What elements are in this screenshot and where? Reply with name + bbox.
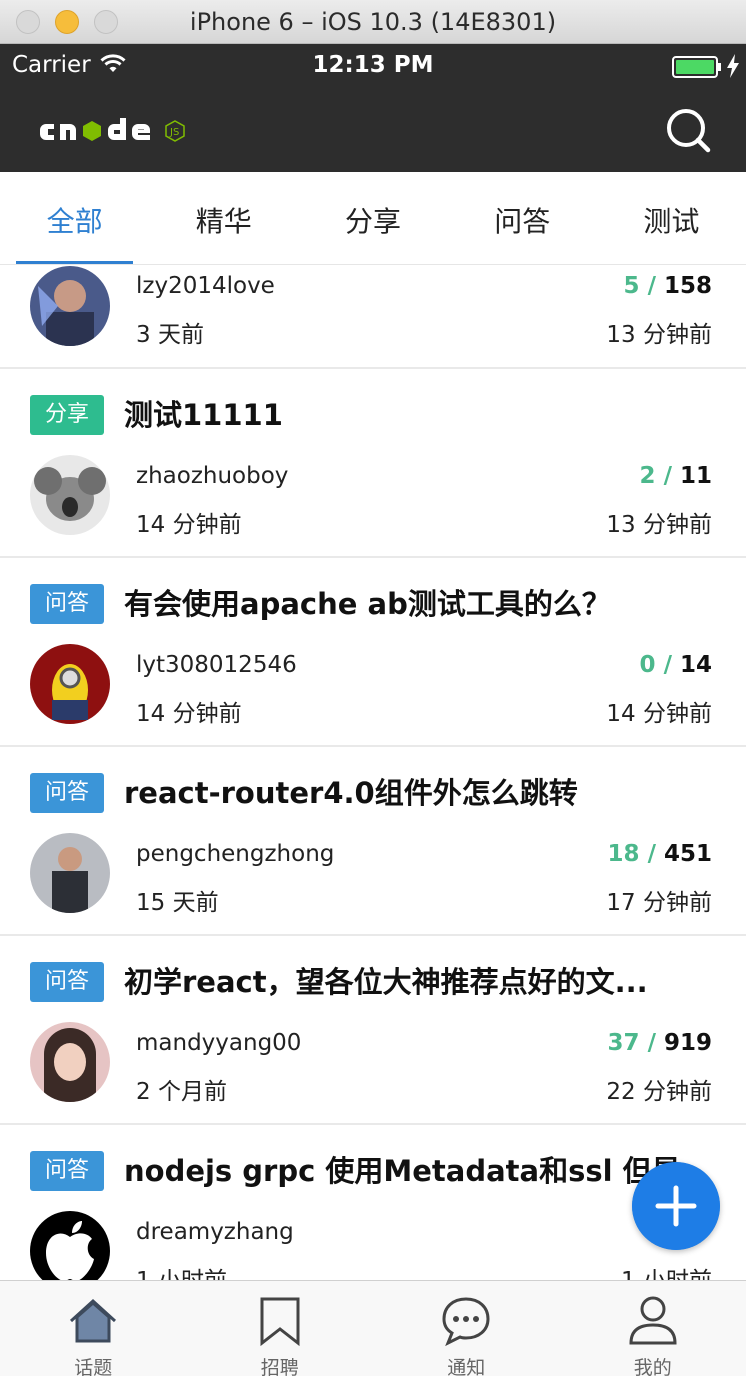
bookmark-icon: [260, 1297, 300, 1347]
bottom-tab-jobs[interactable]: 招聘: [187, 1281, 374, 1376]
tab-share[interactable]: 分享: [298, 172, 447, 264]
topic-item[interactable]: lzy2014love 3 天前 5 / 158 13 分钟前: [0, 265, 746, 369]
last-reply-time: 14 分钟前: [606, 701, 712, 727]
reply-count: 2: [639, 463, 656, 489]
author-name[interactable]: lzy2014love: [136, 273, 275, 299]
created-time: 1 小时前: [136, 1261, 227, 1280]
visit-count: 919: [663, 1030, 712, 1056]
tab-test[interactable]: 测试: [597, 172, 746, 264]
last-reply-time: 13 分钟前: [606, 512, 712, 538]
charging-bolt-icon: [727, 54, 739, 78]
reply-visit-count: 0 / 14: [639, 652, 712, 678]
tab-good[interactable]: 精华: [149, 172, 298, 264]
search-icon[interactable]: [664, 106, 712, 154]
author-name[interactable]: zhaozhuoboy: [136, 463, 288, 489]
topic-badge: 问答: [30, 1151, 104, 1191]
bottom-tab-label: 通知: [447, 1357, 486, 1376]
avatar[interactable]: [30, 1211, 110, 1280]
topic-title[interactable]: 测试11111: [124, 395, 714, 435]
avatar[interactable]: [30, 266, 110, 346]
topic-title[interactable]: 有会使用apache ab测试工具的么？: [124, 584, 714, 624]
battery-icon: [672, 56, 721, 78]
created-time: 14 分钟前: [136, 512, 242, 538]
last-reply-time: 22 分钟前: [606, 1079, 712, 1105]
reply-visit-count: 5 / 158: [623, 273, 712, 299]
window-title: iPhone 6 – iOS 10.3 (14E8301): [189, 8, 557, 36]
bottom-tab-label: 话题: [74, 1357, 113, 1376]
tab-ask[interactable]: 问答: [448, 172, 597, 264]
topic-item[interactable]: 问答 有会使用apache ab测试工具的么？ lyt308012546 14 …: [0, 558, 746, 747]
last-reply-time: 1 小时前: [621, 1261, 712, 1280]
topic-title-row: 问答 初学react，望各位大神推荐点好的文...: [30, 962, 710, 1004]
topic-title-row: 问答 nodejs grpc 使用Metadata和ssl 但是: [30, 1151, 710, 1193]
app-header: Carrier 12:13 PM JS: [0, 44, 746, 172]
user-icon: [629, 1296, 677, 1345]
created-time: 14 分钟前: [136, 701, 242, 727]
avatar[interactable]: [30, 644, 110, 724]
author-name[interactable]: pengchengzhong: [136, 841, 334, 867]
topic-title-row: 问答 react-router4.0组件外怎么跳转: [30, 773, 710, 815]
visit-count: 158: [663, 273, 712, 299]
status-time: 12:13 PM: [312, 52, 434, 78]
topic-item[interactable]: 问答 react-router4.0组件外怎么跳转 pengchengzhong…: [0, 747, 746, 936]
simulator-title-bar: iPhone 6 – iOS 10.3 (14E8301): [0, 0, 746, 44]
tab-all[interactable]: 全部: [0, 172, 149, 264]
category-tabs: 全部 精华 分享 问答 测试: [0, 172, 746, 265]
topic-title-row: 问答 有会使用apache ab测试工具的么？: [30, 584, 710, 626]
chat-bubble-icon: [442, 1297, 490, 1347]
bottom-tab-topics[interactable]: 话题: [0, 1281, 187, 1376]
new-topic-button[interactable]: [632, 1162, 720, 1250]
topic-title-row: 分享 测试11111: [30, 395, 710, 437]
avatar[interactable]: [30, 1022, 110, 1102]
created-time: 3 天前: [136, 322, 204, 348]
topic-list[interactable]: lzy2014love 3 天前 5 / 158 13 分钟前 分享 测试111…: [0, 265, 746, 1280]
reply-count: 18: [607, 841, 640, 867]
visit-count: 14: [679, 652, 712, 678]
reply-visit-count: 2 / 11: [639, 463, 712, 489]
last-reply-time: 13 分钟前: [606, 322, 712, 348]
author-name[interactable]: mandyyang00: [136, 1030, 301, 1056]
topic-title[interactable]: nodejs grpc 使用Metadata和ssl 但是: [124, 1151, 714, 1191]
reply-visit-count: 18 / 451: [607, 841, 712, 867]
topic-badge: 问答: [30, 962, 104, 1002]
cnode-logo[interactable]: JS: [34, 110, 194, 150]
bottom-tab-messages[interactable]: 通知: [373, 1281, 560, 1376]
topic-badge: 问答: [30, 773, 104, 813]
bottom-tab-label: 我的: [633, 1357, 672, 1376]
bottom-tab-me[interactable]: 我的: [560, 1281, 746, 1376]
created-time: 2 个月前: [136, 1079, 227, 1105]
topic-item[interactable]: 问答 初学react，望各位大神推荐点好的文... mandyyang00 2 …: [0, 936, 746, 1125]
created-time: 15 天前: [136, 890, 219, 916]
topic-title[interactable]: react-router4.0组件外怎么跳转: [124, 773, 714, 813]
reply-visit-count: 37 / 919: [607, 1030, 712, 1056]
topic-badge: 问答: [30, 584, 104, 624]
reply-count: 5: [623, 273, 640, 299]
reply-count: 37: [607, 1030, 640, 1056]
topic-title[interactable]: 初学react，望各位大神推荐点好的文...: [124, 962, 714, 1002]
last-reply-time: 17 分钟前: [606, 890, 712, 916]
avatar[interactable]: [30, 833, 110, 913]
bottom-tab-label: 招聘: [260, 1357, 299, 1376]
topic-badge: 分享: [30, 395, 104, 435]
topic-item[interactable]: 分享 测试11111 zhaozhuoboy 14 分钟前 2 / 11 13 …: [0, 369, 746, 558]
bottom-tab-bar: 话题 招聘 通知 我的: [0, 1280, 746, 1376]
svg-text:JS: JS: [169, 127, 179, 138]
author-name[interactable]: lyt308012546: [136, 652, 297, 678]
avatar[interactable]: [30, 455, 110, 535]
visit-count: 11: [679, 463, 712, 489]
home-icon: [70, 1298, 117, 1343]
author-name[interactable]: dreamyzhang: [136, 1219, 294, 1245]
visit-count: 451: [663, 841, 712, 867]
reply-count: 0: [639, 652, 656, 678]
